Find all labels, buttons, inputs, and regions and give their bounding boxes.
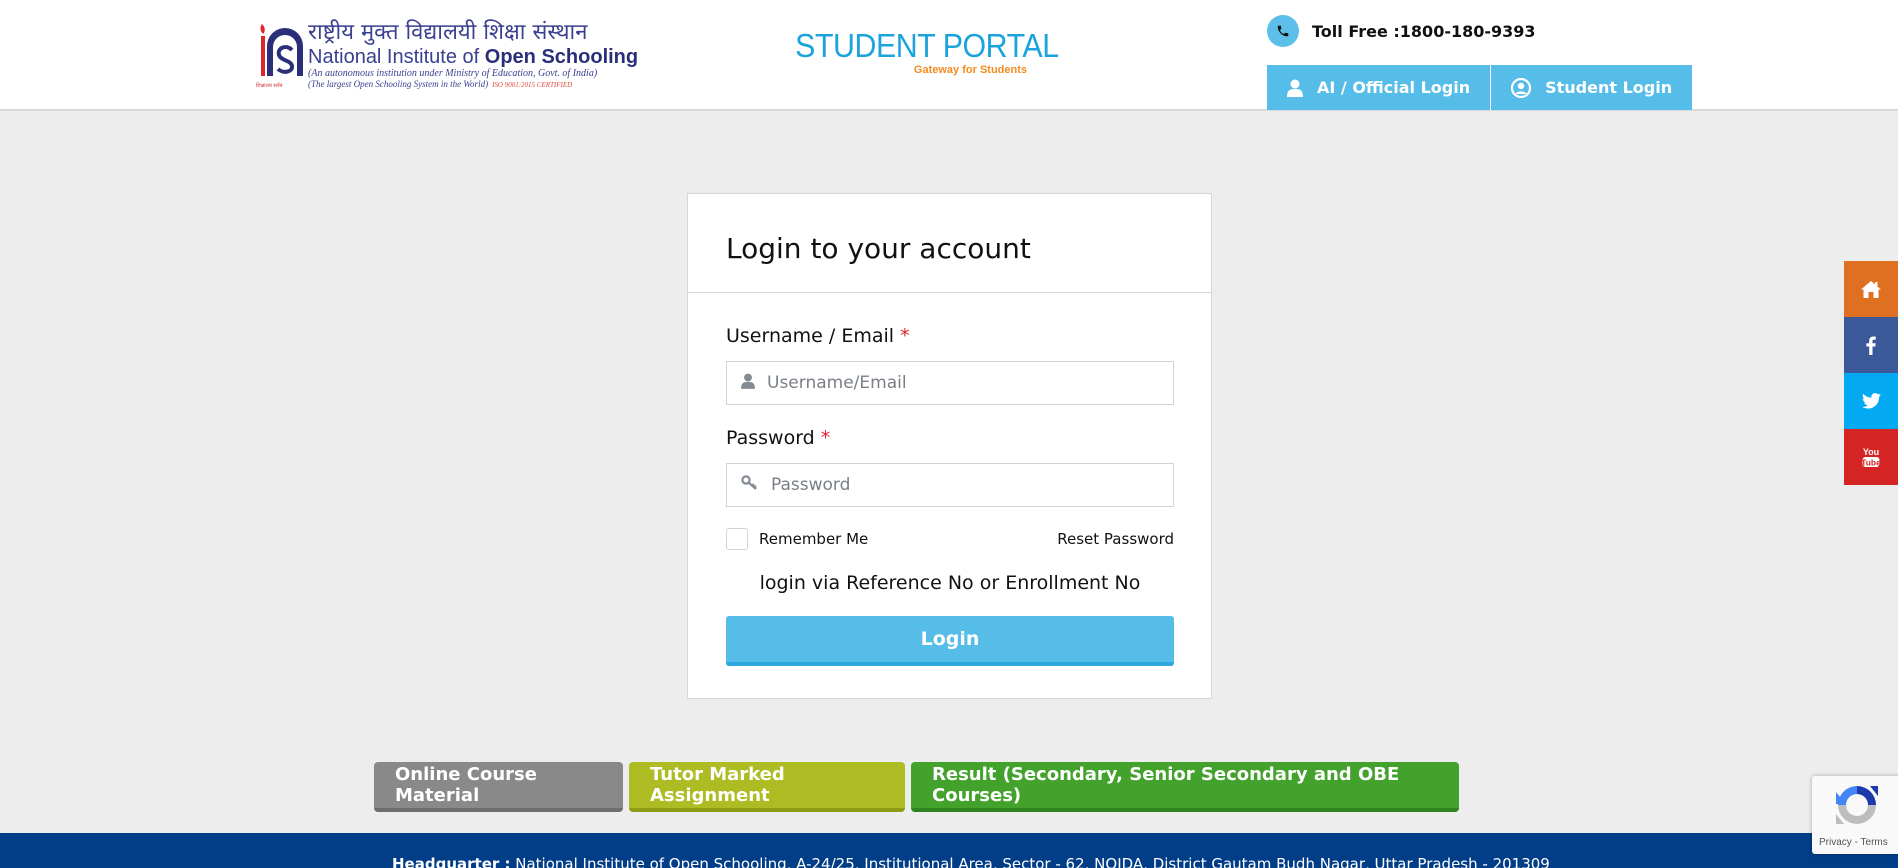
tutor-marked-assignment-button[interactable]: Tutor Marked Assignment — [629, 762, 905, 812]
footer-address: Headquarter : National Institute of Open… — [392, 855, 1550, 868]
password-input[interactable] — [771, 475, 1173, 495]
login-card-header: Login to your account — [688, 194, 1211, 293]
username-field — [726, 361, 1174, 405]
username-label: Username / Email * — [726, 325, 1174, 349]
twitter-icon — [1861, 393, 1881, 409]
result-button[interactable]: Result (Secondary, Senior Secondary and … — [911, 762, 1459, 812]
required-marker: * — [820, 427, 831, 449]
quick-links: Online Course Material Tutor Marked Assi… — [374, 762, 1459, 812]
login-button[interactable]: Login — [726, 616, 1174, 666]
required-marker: * — [900, 325, 910, 347]
password-label: Password * — [726, 427, 1174, 451]
key-icon — [741, 475, 759, 495]
logo-english-bold: Open Schooling — [484, 46, 639, 68]
home-link[interactable] — [1844, 261, 1898, 317]
recaptcha-icon — [1836, 786, 1878, 824]
logo-english-regular: National Institute of — [308, 46, 485, 68]
logo-english-name: National Institute of Open Schooling — [308, 46, 638, 68]
student-login-label: Student Login — [1545, 78, 1673, 97]
home-icon — [1861, 280, 1881, 298]
official-login-tab[interactable]: AI / Official Login — [1267, 65, 1491, 110]
facebook-link[interactable] — [1844, 317, 1898, 373]
footer-headquarter-label: Headquarter : — [392, 855, 511, 868]
site-header: शिक्षालय सर्वत्र राष्ट्रीय मुक्त विद्याल… — [0, 0, 1898, 111]
logo-subtitle-1: (An autonomous institution under Ministr… — [308, 68, 598, 79]
student-login-tab[interactable]: Student Login — [1490, 65, 1693, 110]
username-label-text: Username / Email — [726, 325, 895, 347]
nios-emblem-icon — [260, 24, 303, 76]
login-type-tabs: AI / Official Login Student Login — [1267, 65, 1693, 110]
remember-me[interactable]: Remember Me — [726, 528, 868, 550]
social-sidebar: You Tube — [1844, 261, 1898, 485]
online-course-material-button[interactable]: Online Course Material — [374, 762, 623, 812]
alt-login-link[interactable]: login via Reference No or Enrollment No — [726, 572, 1174, 594]
youtube-icon: You Tube — [1862, 447, 1880, 468]
toll-free-number: Toll Free :1800-180-9393 — [1312, 21, 1536, 41]
password-label-text: Password — [726, 427, 815, 449]
recaptcha-separator: - — [1851, 837, 1861, 848]
password-field — [726, 463, 1174, 507]
user-circle-icon — [1511, 77, 1532, 98]
recaptcha-badge[interactable]: Privacy - Terms — [1812, 776, 1898, 854]
login-form: Username / Email* Password* Remember Me … — [688, 293, 1211, 666]
login-title: Login to your account — [726, 232, 1031, 265]
portal-subtitle: Gateway for Students — [913, 64, 1027, 76]
recaptcha-links: Privacy - Terms — [1819, 837, 1888, 848]
recaptcha-terms-link[interactable]: Terms — [1861, 837, 1888, 848]
logo-hindi-name: राष्ट्रीय मुक्त विद्यालयी शिक्षा संस्थान — [308, 20, 588, 45]
toll-free: Toll Free :1800-180-9393 — [1267, 15, 1536, 47]
logo-subtitle-2-text: (The largest Open Schooling System in th… — [308, 79, 489, 89]
remember-me-checkbox[interactable] — [726, 528, 748, 550]
nios-logo[interactable]: शिक्षालय सर्वत्र राष्ट्रीय मुक्त विद्याल… — [256, 20, 638, 92]
facebook-icon — [1866, 336, 1876, 355]
portal-title: STUDENT PORTAL — [795, 27, 1059, 64]
login-options: Remember Me Reset Password — [726, 528, 1174, 550]
recaptcha-privacy-link[interactable]: Privacy — [1819, 837, 1852, 848]
footer: Headquarter : National Institute of Open… — [0, 833, 1898, 868]
youtube-link[interactable]: You Tube — [1844, 429, 1898, 485]
logo-hindi-tagline: शिक्षालय सर्वत्र — [256, 83, 283, 89]
svg-text:Tube: Tube — [1862, 458, 1880, 468]
footer-address-text: National Institute of Open Schooling, A-… — [510, 855, 1550, 868]
iso-certification: ISO 9001:2015 CERTIFIED — [492, 81, 573, 89]
login-card: Login to your account Username / Email * … — [687, 193, 1212, 699]
user-icon — [1287, 79, 1303, 97]
official-login-label: AI / Official Login — [1317, 78, 1471, 97]
user-icon — [741, 373, 755, 393]
logo-subtitle-2: (The largest Open Schooling System in th… — [308, 79, 572, 89]
svg-text:You: You — [1863, 447, 1879, 457]
student-portal-brand: STUDENT PORTAL Gateway for Students — [775, 27, 1059, 77]
twitter-link[interactable] — [1844, 373, 1898, 429]
phone-icon — [1267, 15, 1299, 47]
reset-password-link[interactable]: Reset Password — [1057, 530, 1174, 548]
remember-me-label: Remember Me — [759, 530, 869, 548]
username-input[interactable] — [767, 373, 1173, 393]
